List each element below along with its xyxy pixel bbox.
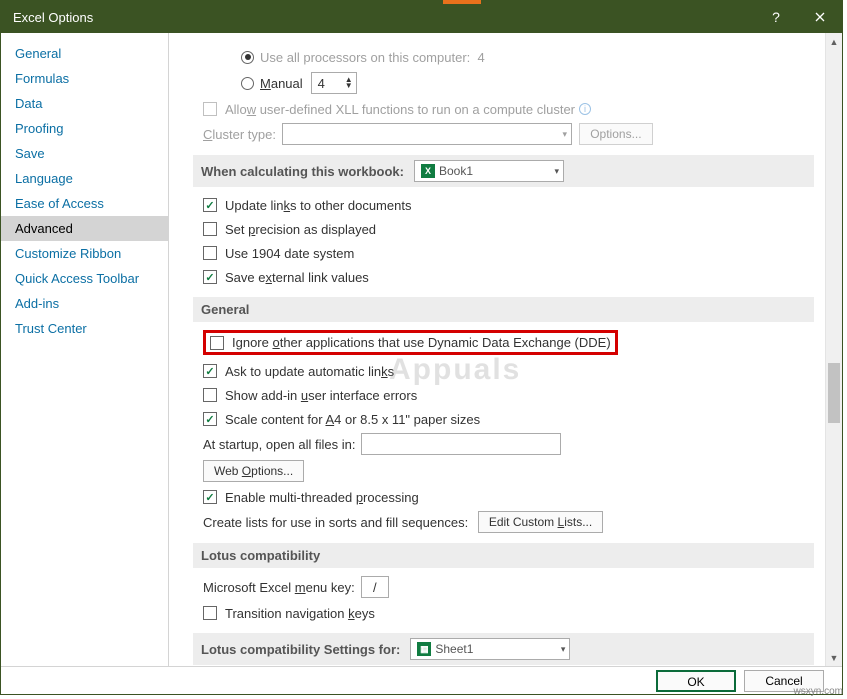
manual-threads-spinner[interactable]: 4 ▲▼: [311, 72, 357, 94]
checkbox-show-addin-errors[interactable]: [203, 388, 217, 402]
help-button[interactable]: ?: [754, 1, 798, 33]
sidebar-item-data[interactable]: Data: [1, 91, 168, 116]
checkbox-multithread[interactable]: [203, 490, 217, 504]
sheet-combo[interactable]: ▦ Sheet1 ▾: [410, 638, 570, 660]
sidebar-item-advanced[interactable]: Advanced: [1, 216, 168, 241]
sidebar-item-quick-access[interactable]: Quick Access Toolbar: [1, 266, 168, 291]
section-general: General: [193, 297, 814, 322]
section-lotus-settings: Lotus compatibility Settings for: ▦ Shee…: [193, 633, 814, 665]
excel-icon: X: [421, 164, 435, 178]
accent-marker: [443, 0, 481, 4]
checkbox-set-precision[interactable]: [203, 222, 217, 236]
workbook-combo[interactable]: X Book1 ▾: [414, 160, 564, 182]
label-show-addin-errors: Show add-in user interface errors: [225, 388, 417, 403]
radio-manual[interactable]: [241, 77, 254, 90]
sidebar-item-trust-center[interactable]: Trust Center: [1, 316, 168, 341]
sidebar-item-general[interactable]: General: [1, 41, 168, 66]
label-save-external: Save external link values: [225, 270, 369, 285]
label-use-all-processors: Use all processors on this computer:: [260, 50, 470, 65]
menu-key-input[interactable]: /: [361, 576, 389, 598]
label-allow-xll: Allow user-defined XLL functions to run …: [225, 102, 575, 117]
section-when-calculating: When calculating this workbook: X Book1 …: [193, 155, 814, 187]
scroll-down-arrow[interactable]: ▼: [826, 649, 842, 666]
content-pane: Appuals Use all processors on this compu…: [169, 33, 842, 666]
radio-use-all-processors[interactable]: [241, 51, 254, 64]
label-set-precision: Set precision as displayed: [225, 222, 376, 237]
titlebar: Excel Options ?: [1, 1, 842, 33]
label-ask-update: Ask to update automatic links: [225, 364, 394, 379]
highlight-dde-option: Ignore other applications that use Dynam…: [203, 330, 618, 355]
scroll-thumb[interactable]: [828, 363, 840, 423]
dialog-footer: OK Cancel: [1, 666, 842, 694]
sidebar-item-language[interactable]: Language: [1, 166, 168, 191]
label-at-startup: At startup, open all files in:: [203, 437, 355, 452]
corner-text: wsxyn.com: [794, 686, 843, 697]
label-create-lists: Create lists for use in sorts and fill s…: [203, 515, 468, 530]
scroll-up-arrow[interactable]: ▲: [826, 33, 842, 50]
checkbox-ask-update[interactable]: [203, 364, 217, 378]
startup-folder-input[interactable]: [361, 433, 561, 455]
info-icon[interactable]: i: [579, 103, 591, 115]
sidebar: General Formulas Data Proofing Save Lang…: [1, 33, 169, 666]
sidebar-item-save[interactable]: Save: [1, 141, 168, 166]
label-ignore-dde: Ignore other applications that use Dynam…: [232, 335, 611, 350]
label-1904-date: Use 1904 date system: [225, 246, 354, 261]
checkbox-scale-content[interactable]: [203, 412, 217, 426]
checkbox-1904-date[interactable]: [203, 246, 217, 260]
web-options-button[interactable]: Web Options...: [203, 460, 304, 482]
section-lotus: Lotus compatibility: [193, 543, 814, 568]
edit-custom-lists-button[interactable]: Edit Custom Lists...: [478, 511, 603, 533]
sidebar-item-formulas[interactable]: Formulas: [1, 66, 168, 91]
sidebar-item-addins[interactable]: Add-ins: [1, 291, 168, 316]
sheet-icon: ▦: [417, 642, 431, 656]
vertical-scrollbar[interactable]: ▲ ▼: [825, 33, 842, 666]
checkbox-save-external[interactable]: [203, 270, 217, 284]
close-button[interactable]: [798, 1, 842, 33]
sidebar-item-customize-ribbon[interactable]: Customize Ribbon: [1, 241, 168, 266]
cluster-type-combo: ▾: [282, 123, 572, 145]
cluster-options-button: Options...: [579, 123, 652, 145]
excel-options-dialog: Excel Options ? General Formulas Data Pr…: [0, 0, 843, 695]
processor-count: 4: [478, 50, 485, 65]
checkbox-update-links[interactable]: [203, 198, 217, 212]
label-cluster-type: Cluster type:: [203, 127, 276, 142]
ok-button[interactable]: OK: [656, 670, 736, 692]
sidebar-item-proofing[interactable]: Proofing: [1, 116, 168, 141]
checkbox-allow-xll: [203, 102, 217, 116]
sidebar-item-ease-of-access[interactable]: Ease of Access: [1, 191, 168, 216]
checkbox-transition-nav[interactable]: [203, 606, 217, 620]
label-menu-key: Microsoft Excel menu key:: [203, 580, 355, 595]
checkbox-ignore-dde[interactable]: [210, 336, 224, 350]
label-transition-nav: Transition navigation keys: [225, 606, 375, 621]
label-manual: Manual: [260, 76, 303, 91]
label-multithread: Enable multi-threaded processing: [225, 490, 419, 505]
window-title: Excel Options: [13, 10, 93, 25]
label-scale-content: Scale content for A4 or 8.5 x 11" paper …: [225, 412, 480, 427]
label-update-links: Update links to other documents: [225, 198, 411, 213]
